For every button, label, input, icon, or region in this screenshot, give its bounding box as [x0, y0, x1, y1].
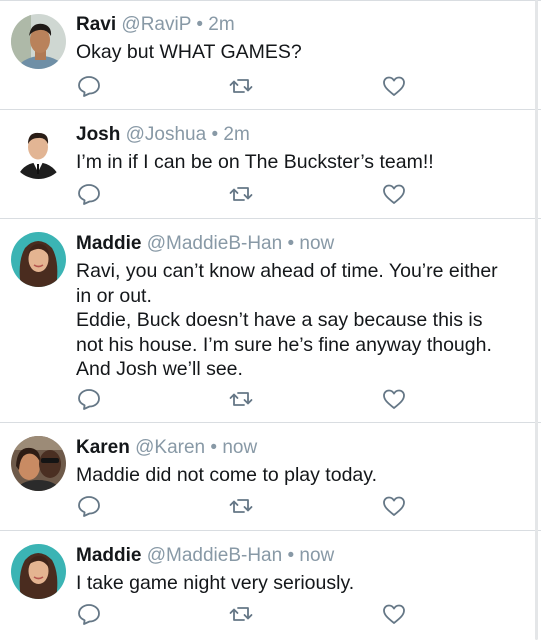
user-handle[interactable]: @RaviP: [121, 14, 191, 35]
retweet-button[interactable]: [228, 493, 254, 519]
like-button[interactable]: [381, 386, 407, 412]
like-button[interactable]: [381, 601, 407, 627]
tweet-text: I take game night very seriously.: [76, 571, 526, 596]
reply-button[interactable]: [76, 493, 102, 519]
retweet-icon: [229, 79, 253, 93]
reply-button[interactable]: [76, 181, 102, 207]
avatar[interactable]: [11, 544, 66, 599]
separator-dot: •: [196, 14, 203, 35]
reply-button[interactable]: [76, 73, 102, 99]
avatar[interactable]: [11, 124, 66, 179]
like-button[interactable]: [381, 73, 407, 99]
heart-icon: [383, 604, 405, 624]
timestamp: 2m: [223, 124, 250, 145]
retweet-icon: [229, 607, 253, 621]
timestamp: now: [299, 545, 335, 566]
retweet-button[interactable]: [228, 601, 254, 627]
tweet-text-line: I’m in if I can be on The Buckster’s tea…: [76, 151, 434, 173]
tweet-text: Ravi, you can’t know ahead of time. You’…: [76, 259, 526, 382]
tweet-text: Maddie did not come to play today.: [76, 463, 526, 488]
avatar[interactable]: [11, 232, 66, 287]
reply-button[interactable]: [76, 601, 102, 627]
retweet-icon: [229, 392, 253, 406]
tweet-header: Karen @Karen • now: [76, 436, 257, 459]
user-handle[interactable]: @Karen: [135, 437, 205, 458]
retweet-icon: [229, 499, 253, 513]
tweet-text: I’m in if I can be on The Buckster’s tea…: [76, 150, 526, 175]
heart-icon: [383, 184, 405, 204]
speech-bubble-icon: [78, 389, 100, 410]
tweet-item[interactable]: Maddie @MaddieB-Han • now I take game ni…: [0, 531, 541, 640]
display-name[interactable]: Karen: [76, 437, 130, 458]
like-button[interactable]: [381, 493, 407, 519]
timestamp: now: [222, 437, 258, 458]
display-name[interactable]: Ravi: [76, 14, 116, 35]
speech-bubble-icon: [78, 604, 100, 625]
tweet-header: Ravi @RaviP • 2m: [76, 13, 235, 36]
speech-bubble-icon: [78, 496, 100, 517]
tweet-item[interactable]: Maddie @MaddieB-Han • now Ravi, you can’…: [0, 219, 541, 423]
tweet-text-line: Ravi, you can’t know ahead of time. You’…: [76, 260, 498, 282]
user-handle[interactable]: @MaddieB-Han: [147, 545, 282, 566]
like-button[interactable]: [381, 181, 407, 207]
avatar[interactable]: [11, 436, 66, 491]
display-name[interactable]: Josh: [76, 124, 120, 145]
separator-dot: •: [287, 545, 295, 566]
tweet-text-line: in or out.: [76, 284, 152, 307]
reply-button[interactable]: [76, 386, 102, 412]
tweet-text-line: I take game night very seriously.: [76, 572, 355, 594]
heart-icon: [383, 389, 405, 409]
tweet-header: Josh @Joshua • 2m: [76, 123, 250, 146]
retweet-button[interactable]: [228, 73, 254, 99]
speech-bubble-icon: [78, 76, 100, 97]
separator-dot: •: [210, 437, 218, 458]
tweet-text-line: Maddie did not come to play today.: [76, 464, 377, 486]
user-handle[interactable]: @Joshua: [126, 124, 207, 145]
tweet-header: Maddie @MaddieB-Han • now: [76, 544, 334, 567]
display-name[interactable]: Maddie: [76, 233, 141, 254]
tweet-text-line: Eddie, Buck doesn’t have a say because t…: [76, 309, 483, 331]
tweet-item[interactable]: Ravi @RaviP • 2m Okay but WHAT GAMES?: [0, 0, 541, 110]
tweet-item[interactable]: Karen @Karen • now Maddie did not come t…: [0, 423, 541, 531]
heart-icon: [383, 76, 405, 96]
separator-dot: •: [287, 233, 295, 254]
tweet-item[interactable]: Josh @Joshua • 2m I’m in if I can be on …: [0, 110, 541, 219]
user-handle[interactable]: @MaddieB-Han: [147, 233, 282, 254]
tweet-header: Maddie @MaddieB-Han • now: [76, 232, 334, 255]
retweet-button[interactable]: [228, 386, 254, 412]
timestamp: now: [299, 233, 335, 254]
speech-bubble-icon: [78, 184, 100, 205]
timestamp: 2m: [208, 14, 235, 35]
separator-dot: •: [211, 124, 219, 145]
tweet-text-line: And Josh we’ll see.: [76, 358, 243, 380]
retweet-icon: [229, 187, 253, 201]
tweet-text: Okay but WHAT GAMES?: [76, 40, 526, 65]
scrollbar[interactable]: [535, 0, 538, 640]
avatar[interactable]: [11, 14, 66, 69]
retweet-button[interactable]: [228, 181, 254, 207]
display-name[interactable]: Maddie: [76, 545, 141, 566]
tweet-text-line: Okay but WHAT GAMES?: [76, 41, 302, 63]
heart-icon: [383, 496, 405, 516]
tweet-text-line: not his house. I’m sure he’s fine anyway…: [76, 333, 492, 356]
